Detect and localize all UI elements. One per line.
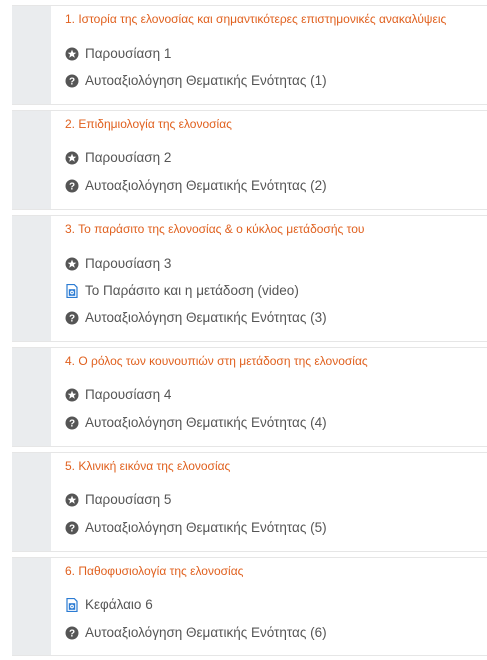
activity-link[interactable]: ? Αυτοαξιολόγηση Θεματικής Ενότητας (3) bbox=[65, 309, 327, 327]
presentation-icon bbox=[65, 388, 79, 402]
section-title[interactable]: 1. Ιστορία της ελονοσίας και σημαντικότε… bbox=[65, 12, 446, 26]
activity-label: Κεφάλαιο 6 bbox=[85, 597, 153, 612]
activity-link[interactable]: ? Αυτοαξιολόγηση Θεματικής Ενότητας (1) bbox=[65, 72, 327, 90]
activity-link[interactable]: Κεφάλαιο 6 bbox=[65, 596, 153, 614]
presentation-icon bbox=[65, 151, 79, 165]
document-icon bbox=[65, 597, 79, 613]
activity-link[interactable]: ? Αυτοαξιολόγηση Θεματικής Ενότητας (6) bbox=[65, 624, 327, 642]
activity-label: Αυτοαξιολόγηση Θεματικής Ενότητας (3) bbox=[85, 310, 327, 325]
activity-label: Παρουσίαση 4 bbox=[85, 387, 172, 402]
presentation-icon bbox=[65, 493, 79, 507]
quiz-icon: ? bbox=[65, 74, 79, 88]
section-title[interactable]: 6. Παθοφυσιολογία της ελονοσίας bbox=[65, 564, 243, 578]
section-title[interactable]: 4. Ο ρόλος των κουνουπιών στη μετάδοση τ… bbox=[65, 354, 368, 368]
activity-link[interactable]: Το Παράσιτο και η μετάδοση (video) bbox=[65, 282, 299, 300]
svg-text:?: ? bbox=[69, 524, 75, 535]
course-section-5: 5. Κλινική εικόνα της ελονοσίας Παρουσία… bbox=[12, 452, 487, 552]
activity-label: Αυτοαξιολόγηση Θεματικής Ενότητας (4) bbox=[85, 415, 327, 430]
course-section-1: 1. Ιστορία της ελονοσίας και σημαντικότε… bbox=[12, 5, 487, 105]
presentation-icon bbox=[65, 257, 79, 271]
course-section-2: 2. Επιδημιολογία της ελονοσίας Παρουσίασ… bbox=[12, 110, 487, 210]
quiz-icon: ? bbox=[65, 521, 79, 535]
activity-label: Αυτοαξιολόγηση Θεματικής Ενότητας (2) bbox=[85, 178, 327, 193]
presentation-icon bbox=[65, 47, 79, 61]
section-title[interactable]: 3. Το παράσιτο της ελονοσίας & ο κύκλος … bbox=[65, 222, 364, 236]
activity-label: Παρουσίαση 5 bbox=[85, 492, 172, 507]
svg-text:?: ? bbox=[69, 314, 75, 325]
activity-label: Το Παράσιτο και η μετάδοση (video) bbox=[85, 283, 299, 298]
quiz-icon: ? bbox=[65, 416, 79, 430]
activity-label: Παρουσίαση 1 bbox=[85, 46, 172, 61]
course-section-3: 3. Το παράσιτο της ελονοσίας & ο κύκλος … bbox=[12, 215, 487, 342]
activity-link[interactable]: ? Αυτοαξιολόγηση Θεματικής Ενότητας (2) bbox=[65, 177, 327, 195]
quiz-icon: ? bbox=[65, 311, 79, 325]
svg-text:?: ? bbox=[69, 77, 75, 88]
section-title[interactable]: 5. Κλινική εικόνα της ελονοσίας bbox=[65, 459, 230, 473]
activity-link[interactable]: Παρουσίαση 4 bbox=[65, 386, 171, 404]
section-side-stripe bbox=[12, 348, 51, 446]
section-side-stripe bbox=[12, 111, 51, 209]
activity-link[interactable]: Παρουσίαση 5 bbox=[65, 491, 171, 509]
svg-text:?: ? bbox=[69, 182, 75, 193]
activity-label: Αυτοαξιολόγηση Θεματικής Ενότητας (1) bbox=[85, 73, 327, 88]
activity-label: Παρουσίαση 3 bbox=[85, 256, 172, 271]
section-title[interactable]: 2. Επιδημιολογία της ελονοσίας bbox=[65, 117, 232, 131]
quiz-icon: ? bbox=[65, 626, 79, 640]
svg-text:?: ? bbox=[69, 419, 75, 430]
course-section-4: 4. Ο ρόλος των κουνουπιών στη μετάδοση τ… bbox=[12, 347, 487, 447]
activity-link[interactable]: Παρουσίαση 1 bbox=[65, 45, 171, 63]
course-section-list: 1. Ιστορία της ελονοσίας και σημαντικότε… bbox=[0, 0, 487, 660]
course-section-6: 6. Παθοφυσιολογία της ελονοσίας Κεφάλαιο… bbox=[12, 557, 487, 656]
activity-link[interactable]: ? Αυτοαξιολόγηση Θεματικής Ενότητας (5) bbox=[65, 519, 327, 537]
quiz-icon: ? bbox=[65, 179, 79, 193]
activity-label: Παρουσίαση 2 bbox=[85, 150, 172, 165]
activity-link[interactable]: Παρουσίαση 3 bbox=[65, 255, 171, 273]
section-side-stripe bbox=[12, 6, 51, 104]
activity-label: Αυτοαξιολόγηση Θεματικής Ενότητας (6) bbox=[85, 625, 327, 640]
section-side-stripe bbox=[12, 558, 51, 655]
activity-link[interactable]: ? Αυτοαξιολόγηση Θεματικής Ενότητας (4) bbox=[65, 414, 327, 432]
document-icon bbox=[65, 283, 79, 299]
activity-link[interactable]: Παρουσίαση 2 bbox=[65, 149, 171, 167]
section-side-stripe bbox=[12, 453, 51, 551]
activity-label: Αυτοαξιολόγηση Θεματικής Ενότητας (5) bbox=[85, 520, 327, 535]
section-side-stripe bbox=[12, 216, 51, 341]
svg-text:?: ? bbox=[69, 629, 75, 640]
